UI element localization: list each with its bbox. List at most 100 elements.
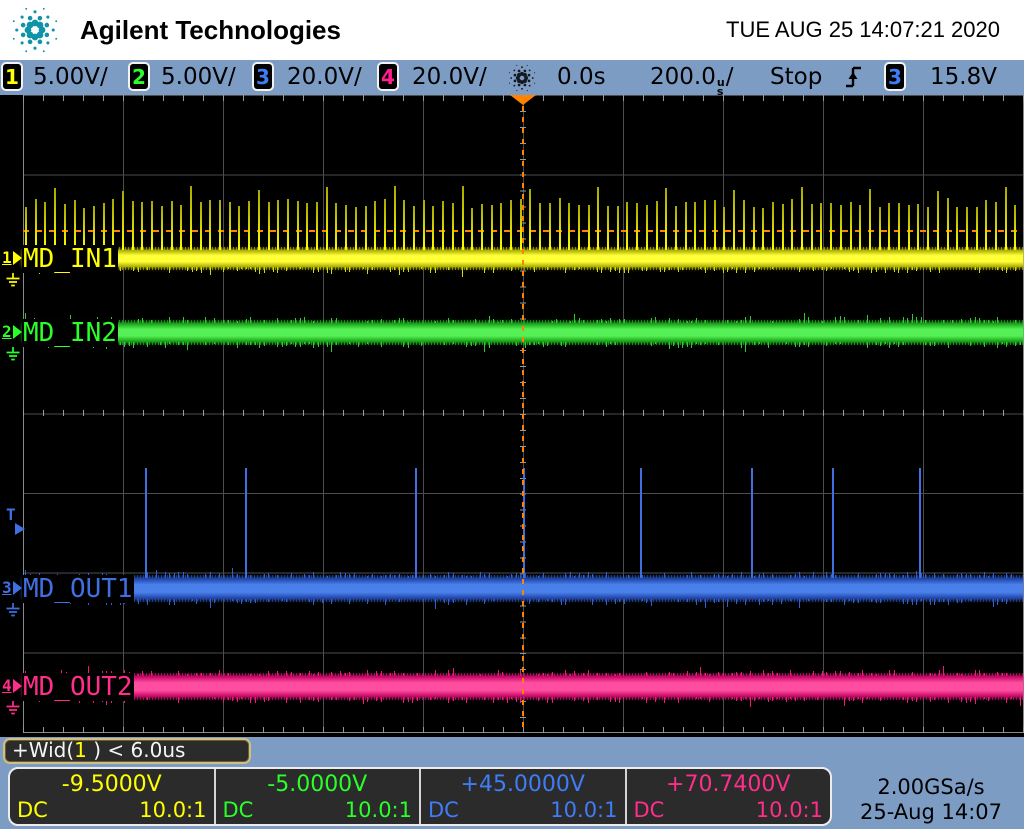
ground-symbol-ch1: [4, 273, 22, 292]
noise-ch2: [142, 317, 143, 323]
noise-ch4: [848, 697, 850, 701]
noise-ch3: [965, 574, 967, 578]
trigger-position-marker[interactable]: [510, 95, 536, 105]
trigger-level-marker[interactable]: T: [6, 507, 25, 535]
channel-4-badge[interactable]: 4: [377, 62, 399, 91]
noise-ch1: [610, 267, 611, 272]
noise-ch1: [227, 267, 229, 269]
noise-ch1: [758, 267, 760, 269]
noise-ch4: [299, 672, 301, 676]
noise-ch3: [209, 599, 211, 609]
noise-ch3: [686, 599, 688, 602]
noise-ch3: [448, 599, 449, 606]
noise-ch3: [380, 575, 382, 578]
noise-ch1: [844, 267, 845, 269]
noise-ch4: [403, 673, 404, 676]
channel-marker-3[interactable]: 3: [2, 580, 22, 596]
noise-ch1: [133, 267, 134, 271]
noise-ch1: [196, 267, 197, 271]
channel-1-scale-readout[interactable]: 5.00V/: [33, 64, 108, 90]
noise-ch2: [524, 342, 526, 349]
noise-ch1: [853, 267, 854, 271]
noise-ch1: [119, 267, 121, 271]
noise-ch3: [875, 599, 877, 604]
run-state-indicator[interactable]: Stop: [770, 64, 822, 90]
noise-ch1: [286, 267, 287, 271]
trigger-source-badge[interactable]: 3: [884, 62, 906, 91]
noise-ch2: [610, 318, 611, 323]
channel-3-badge[interactable]: 3: [252, 62, 274, 91]
noise-ch4: [817, 697, 818, 700]
waveform-display: MD_IN1 1 MD_IN2 2 MD_OUT1 3 MD_OUT2 4 T: [0, 95, 1024, 737]
noise-ch2: [902, 316, 904, 323]
trigger-qualifier-readout[interactable]: +Wid(1 ) < 6.0us: [3, 738, 251, 764]
pulse-ch1: [383, 199, 386, 250]
oscilloscope-screen: Agilent Technologies TUE AUG 25 14:07:21…: [0, 0, 1024, 829]
noise-ch1: [596, 267, 598, 272]
timebase-readout[interactable]: 200.0 u s /: [650, 64, 734, 97]
noise-ch3: [209, 572, 211, 578]
noise-ch1: [1015, 267, 1016, 271]
noise-ch1: [979, 267, 980, 273]
noise-ch1: [641, 267, 643, 271]
noise-ch1: [344, 267, 346, 273]
trigger-position-spark-icon: [506, 62, 538, 94]
noise-ch3: [434, 576, 436, 578]
noise-ch2: [821, 321, 823, 323]
channel-marker-1[interactable]: 1: [2, 250, 22, 266]
noise-ch3: [727, 576, 728, 578]
noise-ch4: [349, 671, 350, 676]
noise-ch2: [295, 342, 296, 347]
channel-4-scale-readout[interactable]: 20.0V/: [412, 64, 487, 90]
noise-ch1: [367, 267, 368, 274]
noise-ch2: [758, 342, 760, 344]
pulse-ch1: [306, 202, 309, 250]
noise-ch3: [790, 575, 791, 578]
channel-3-scale-readout[interactable]: 20.0V/: [287, 64, 362, 90]
pulse-ch1: [742, 199, 745, 250]
ground-symbol-ch2: [4, 347, 22, 366]
channel-2-scale-readout[interactable]: 5.00V/: [161, 64, 236, 90]
channel-1-badge[interactable]: 1: [1, 62, 23, 91]
noise-ch2: [1015, 342, 1016, 346]
noise-ch4: [547, 673, 548, 676]
timebase-slash: /: [725, 64, 734, 90]
pulse-ch1: [868, 189, 871, 250]
channel-2-badge[interactable]: 2: [128, 62, 150, 91]
trigger-level-readout[interactable]: 15.8V: [930, 64, 997, 90]
noise-ch2: [533, 342, 535, 346]
channel-marker-2[interactable]: 2: [2, 324, 22, 340]
noise-ch2: [511, 318, 512, 323]
noise-ch4: [934, 697, 935, 701]
channel-marker-4[interactable]: 4: [2, 678, 22, 694]
noise-ch2: [749, 315, 751, 323]
noise-ch3: [713, 574, 715, 578]
noise-ch4: [790, 670, 791, 676]
noise-ch4: [236, 697, 238, 703]
noise-ch2: [331, 342, 332, 353]
noise-ch2: [128, 342, 130, 346]
noise-ch2: [227, 320, 229, 323]
horizontal-delay-readout[interactable]: 0.0s: [557, 64, 606, 90]
pulse-ch1: [781, 203, 784, 250]
noise-ch2: [335, 342, 337, 346]
noise-ch3: [182, 572, 184, 578]
noise-ch2: [695, 342, 697, 344]
noise-ch4: [200, 673, 202, 676]
noise-ch3: [925, 574, 926, 578]
noise-ch4: [493, 697, 494, 703]
noise-ch1: [254, 267, 256, 272]
ground-symbol-ch4: [4, 701, 22, 720]
noise-ch2: [560, 342, 562, 347]
noise-ch4: [547, 697, 548, 704]
noise-ch3: [938, 599, 940, 602]
pulse-ch1: [810, 203, 813, 250]
noise-ch3: [767, 599, 769, 602]
noise-ch3: [583, 575, 584, 578]
noise-ch3: [173, 572, 175, 578]
noise-ch2: [677, 342, 679, 348]
noise-ch4: [502, 697, 503, 700]
noise-ch3: [313, 599, 314, 606]
measurement-cell-ch3: +45.0000V DC 10.0:1: [421, 769, 627, 824]
pulse-ch3: [145, 468, 147, 578]
